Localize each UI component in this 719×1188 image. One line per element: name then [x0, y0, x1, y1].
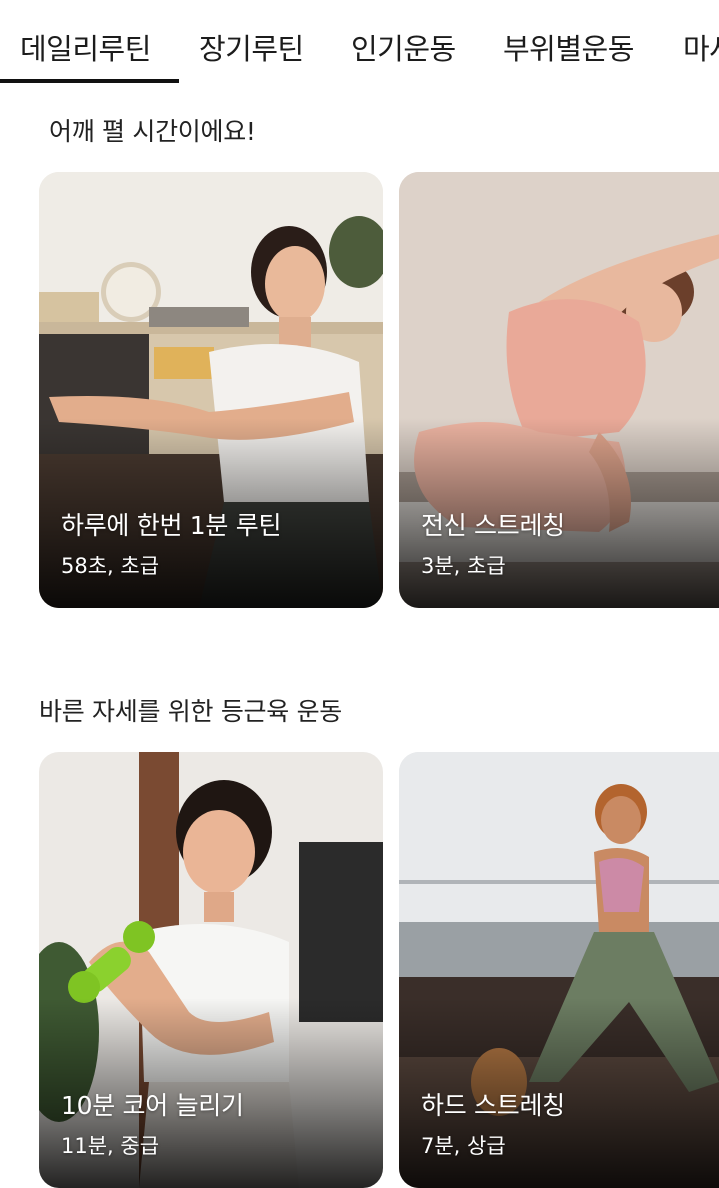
- card-meta: 7분, 상급: [421, 1134, 506, 1158]
- card-meta: 3분, 초급: [421, 554, 506, 578]
- routine-card[interactable]: 전신 스트레칭 3분, 초급: [399, 172, 719, 608]
- category-tab-bar: 데일리루틴 장기루틴 인기운동 부위별운동 마사지: [0, 0, 719, 84]
- card-title: 하루에 한번 1분 루틴: [61, 511, 282, 540]
- routine-card[interactable]: 하드 스트레칭 7분, 상급: [399, 752, 719, 1188]
- tab-daily-routine[interactable]: 데일리루틴: [20, 26, 151, 68]
- tab-massage[interactable]: 마사지: [683, 26, 719, 68]
- card-title: 전신 스트레칭: [421, 511, 565, 540]
- active-tab-indicator: [0, 79, 179, 83]
- section-title-shoulder: 어깨 펼 시간이에요!: [49, 117, 256, 146]
- routine-card[interactable]: 10분 코어 늘리기 11분, 중급: [39, 752, 383, 1188]
- tab-body-part-exercise[interactable]: 부위별운동: [503, 26, 634, 68]
- card-meta: 11분, 중급: [61, 1134, 160, 1158]
- card-title: 하드 스트레칭: [421, 1091, 565, 1120]
- card-meta: 58초, 초급: [61, 554, 160, 578]
- section-title-back-muscle: 바른 자세를 위한 등근육 운동: [39, 697, 342, 726]
- tab-long-term-routine[interactable]: 장기루틴: [199, 26, 304, 68]
- routine-card[interactable]: 하루에 한번 1분 루틴 58초, 초급: [39, 172, 383, 608]
- tab-popular-exercise[interactable]: 인기운동: [351, 26, 456, 68]
- card-title: 10분 코어 늘리기: [61, 1091, 244, 1120]
